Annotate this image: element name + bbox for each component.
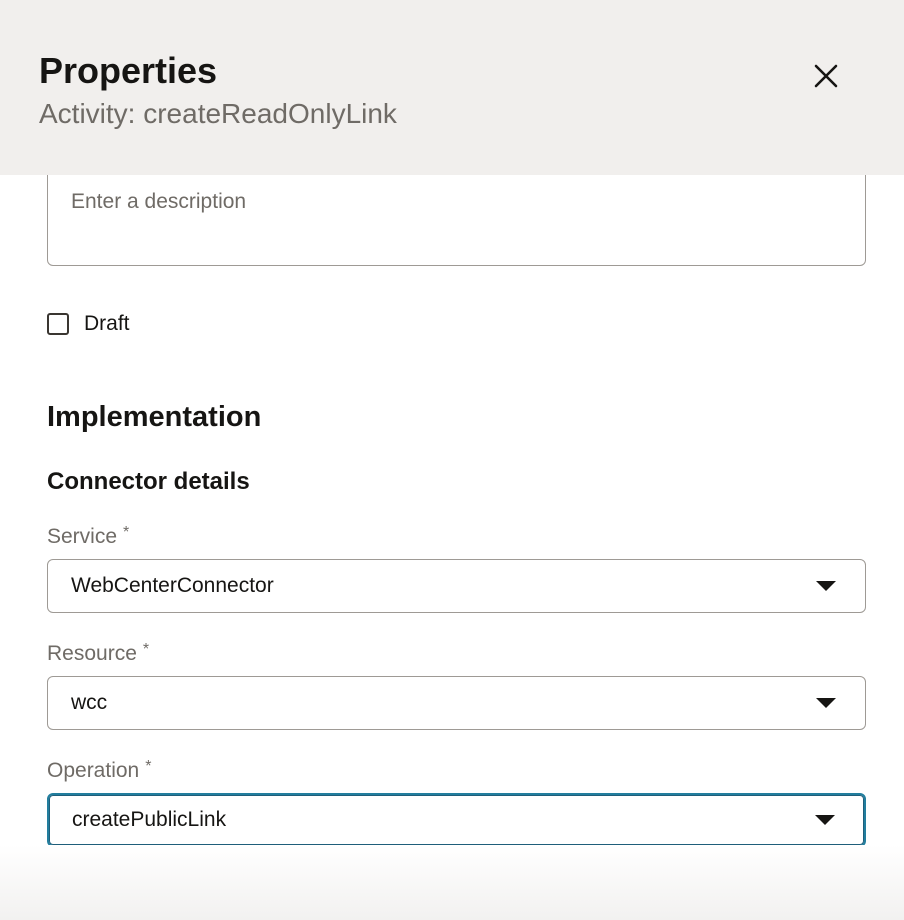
panel-body: Draft Implementation Connector details S…	[0, 175, 904, 920]
chevron-down-icon	[816, 698, 836, 708]
panel-header: Properties Activity: createReadOnlyLink	[0, 0, 904, 175]
description-field[interactable]	[47, 175, 866, 266]
close-button[interactable]	[806, 56, 846, 96]
required-marker: *	[142, 641, 150, 658]
draft-label: Draft	[84, 312, 130, 335]
operation-label-text: Operation	[47, 759, 140, 782]
resource-label: Resource *	[47, 641, 149, 667]
service-select[interactable]: WebCenterConnector	[47, 559, 866, 613]
resource-select-value: wcc	[71, 691, 108, 714]
panel-title: Properties	[39, 50, 218, 91]
service-label: Service *	[47, 524, 129, 550]
resource-label-text: Resource	[47, 642, 137, 665]
required-marker: *	[123, 524, 130, 541]
required-marker: *	[145, 758, 152, 775]
implementation-heading: Implementation	[47, 401, 262, 433]
chevron-down-icon	[815, 815, 835, 825]
operation-select[interactable]: createPublicLink	[47, 793, 866, 847]
service-select-value: WebCenterConnector	[71, 574, 274, 597]
draft-checkbox[interactable]	[47, 313, 69, 335]
connector-details-heading: Connector details	[47, 468, 250, 495]
chevron-down-icon	[816, 581, 836, 591]
close-icon	[814, 64, 838, 88]
draft-checkbox-row[interactable]: Draft	[47, 311, 130, 337]
operation-select-value: createPublicLink	[72, 808, 227, 831]
operation-label: Operation *	[47, 758, 151, 784]
panel-footer-shadow	[0, 845, 904, 920]
service-label-text: Service	[47, 525, 118, 548]
resource-select[interactable]: wcc	[47, 676, 866, 730]
panel-subtitle: Activity: createReadOnlyLink	[39, 98, 397, 129]
